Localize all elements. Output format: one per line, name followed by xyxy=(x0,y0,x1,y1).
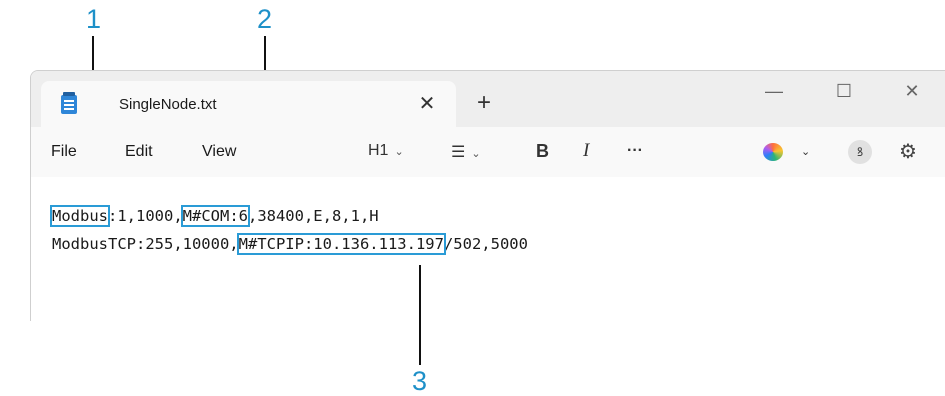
line2-params: ModbusTCP:255,10000, xyxy=(52,235,239,253)
chevron-down-icon: ⌄ xyxy=(394,146,404,158)
line1-serial-params: ,38400,E,8,1,H xyxy=(247,207,379,225)
callout-number-2: 2 xyxy=(257,4,273,34)
copilot-icon[interactable] xyxy=(763,143,783,161)
notepad-icon xyxy=(61,92,77,114)
heading-label: H1 xyxy=(368,142,389,159)
text-line-1: Modbus:1,1000,M#COM:6,38400,E,8,1,H xyxy=(50,205,379,227)
new-tab-icon[interactable]: + xyxy=(477,91,491,115)
callout-number-3: 3 xyxy=(412,366,428,396)
text-editor[interactable]: Modbus:1,1000,M#COM:6,38400,E,8,1,H Modb… xyxy=(31,177,945,321)
leader-line-3 xyxy=(419,265,421,365)
highlight-tcpip-address: M#TCPIP:10.136.113.197 xyxy=(236,233,446,255)
settings-gear-icon[interactable]: ⚙ xyxy=(899,139,917,164)
text-line-2: ModbusTCP:255,10000,M#TCPIP:10.136.113.1… xyxy=(52,233,528,255)
chevron-down-icon: ⌄ xyxy=(471,148,481,160)
menu-view[interactable]: View xyxy=(202,143,236,161)
menu-bar: File Edit View H1 ⌄ ☰ ⌄ B I ··· ⌄ ꝸ ⚙ xyxy=(31,127,945,177)
menu-edit[interactable]: Edit xyxy=(125,143,153,161)
list-icon: ☰ xyxy=(451,144,466,161)
chevron-down-icon[interactable]: ⌄ xyxy=(801,145,810,158)
highlight-com-port: M#COM:6 xyxy=(180,205,250,227)
bold-button[interactable]: B xyxy=(536,141,549,162)
list-dropdown[interactable]: ☰ ⌄ xyxy=(451,142,481,162)
close-tab-icon[interactable]: ✕ xyxy=(415,91,439,116)
menu-file[interactable]: File xyxy=(51,143,77,161)
line1-params: :1,1000, xyxy=(108,207,183,225)
more-options-button[interactable]: ··· xyxy=(627,142,643,160)
maximize-icon[interactable]: ☐ xyxy=(829,81,859,102)
notepad-window: SingleNode.txt ✕ + — ☐ ✕ File Edit View … xyxy=(30,70,945,321)
line2-port-params: /502,5000 xyxy=(443,235,528,253)
close-window-icon[interactable]: ✕ xyxy=(897,81,927,102)
tab-title: SingleNode.txt xyxy=(119,96,217,113)
minimize-icon[interactable]: — xyxy=(759,81,789,102)
title-bar: SingleNode.txt ✕ + — ☐ ✕ xyxy=(31,71,945,127)
account-avatar-icon[interactable]: ꝸ xyxy=(848,140,872,164)
callout-number-1: 1 xyxy=(86,4,102,34)
tab-singlenode[interactable]: SingleNode.txt ✕ xyxy=(41,81,456,127)
heading-dropdown[interactable]: H1 ⌄ xyxy=(368,142,404,160)
highlight-modbus: Modbus xyxy=(50,205,110,227)
italic-button[interactable]: I xyxy=(583,140,589,162)
